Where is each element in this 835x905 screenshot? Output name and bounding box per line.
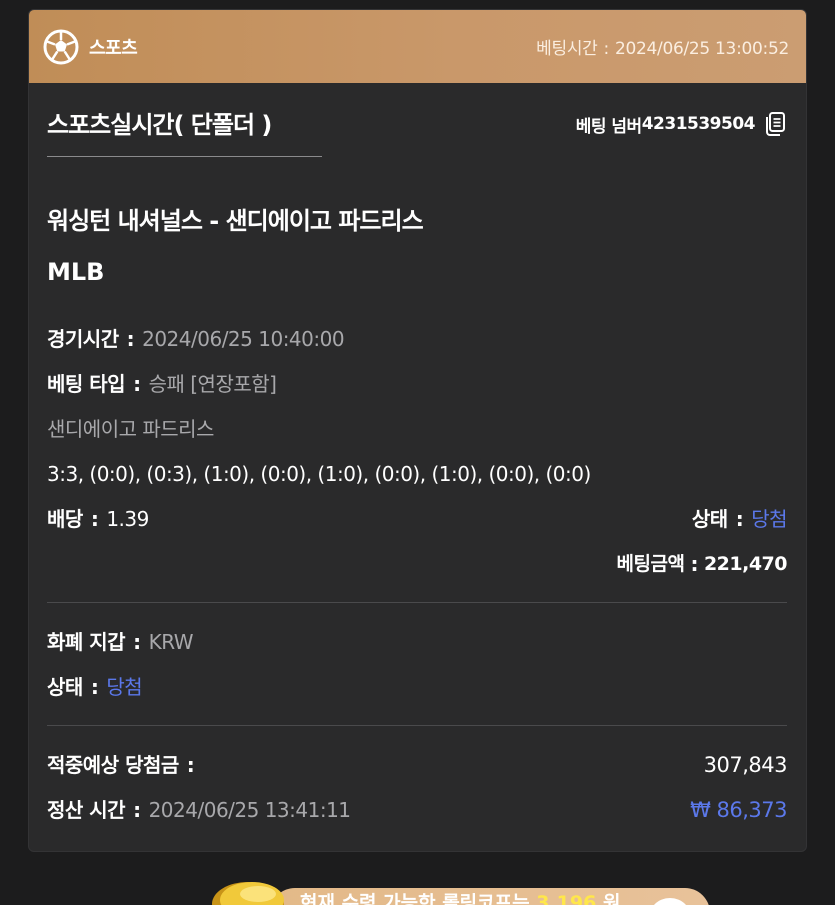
currency-row: 화폐 지갑: KRW: [47, 619, 787, 664]
promo-button[interactable]: [648, 898, 692, 905]
promo-unit: 원: [602, 892, 621, 905]
colon: :: [690, 551, 698, 576]
title-row: 스포츠실시간( 단폴더 ) 베팅 넘버 4231539504: [29, 105, 806, 157]
odds: 배당:1.39: [47, 504, 149, 534]
colon: :: [126, 326, 135, 351]
copy-icon[interactable]: [763, 111, 787, 137]
divider: [47, 602, 787, 603]
colon: :: [133, 797, 141, 822]
settle-amount: ₩ 86,373: [690, 797, 787, 822]
colon: :: [735, 506, 744, 531]
bet-type-value: 승패 [연장포함]: [148, 371, 277, 396]
bet-type-row: 베팅 타입: 승패 [연장포함]: [47, 361, 787, 406]
header-bet-time: 베팅시간:2024/06/25 13:00:52: [536, 34, 789, 59]
match-title: 워싱턴 내셔널스 - 샌디에이고 파드리스: [47, 207, 424, 235]
expected-value: 307,843: [703, 752, 788, 777]
rolling-point-banner[interactable]: 현재 수령 가능한 롤링코프는 3,196 원: [200, 880, 710, 905]
settle-value: 2024/06/25 13:41:11: [148, 797, 351, 822]
pick-row: 샌디에이고 파드리스: [47, 416, 214, 441]
wallet-status-row: 상태: 당첨: [47, 664, 787, 709]
soccer-ball-icon: [43, 29, 79, 64]
colon: :: [186, 752, 195, 777]
payout-info: 적중예상 당첨금: 307,843 정산 시간:2024/06/25 13:41…: [29, 742, 806, 832]
game-time-label: 경기시간: [47, 326, 119, 351]
odds-value: 1.39: [106, 506, 149, 531]
rolling-point-pill[interactable]: 현재 수령 가능한 롤링코프는 3,196 원: [270, 888, 710, 905]
league-name: MLB: [47, 258, 105, 286]
colon: :: [90, 506, 99, 531]
bet-status: 상태: 당첨: [691, 504, 788, 534]
card-header: 스포츠 베팅시간:2024/06/25 13:00:52: [29, 10, 806, 83]
bet-time-label: 베팅시간: [536, 39, 598, 59]
amount-label: 베팅금액: [616, 552, 685, 575]
bet-detail-card: 스포츠 베팅시간:2024/06/25 13:00:52 스포츠실시간( 단폴더…: [28, 9, 807, 852]
colon: :: [133, 371, 141, 396]
bet-time-value: 2024/06/25 13:00:52: [614, 39, 789, 59]
expected-payout-row: 적중예상 당첨금: 307,843: [47, 742, 788, 787]
settle-label: 정산 시간: [47, 797, 126, 822]
settle-time: 정산 시간:2024/06/25 13:41:11: [47, 795, 351, 825]
bet-info: 경기시간:2024/06/25 10:40:00 베팅 타입: 승패 [연장포함]…: [29, 316, 806, 586]
wallet-status-value: 당첨: [106, 674, 143, 699]
expected-payout: 적중예상 당첨금:: [47, 750, 202, 780]
colon: :: [133, 629, 141, 654]
odds-status-row: 배당:1.39 상태: 당첨: [47, 496, 787, 541]
game-time-row: 경기시간:2024/06/25 10:40:00: [47, 316, 787, 361]
bet-number-value: 4231539504: [641, 114, 756, 134]
bet-number: 베팅 넘버 4231539504: [576, 105, 787, 137]
bet-type-label: 베팅 타입: [47, 371, 126, 396]
bet-time-colon: :: [603, 39, 610, 59]
score-row: 3:3, (0:0), (0:3), (1:0), (0:0), (1:0), …: [47, 461, 591, 486]
expected-label: 적중예상 당첨금: [47, 752, 179, 777]
currency-label: 화폐 지갑: [47, 629, 126, 654]
status-label: 상태: [691, 506, 728, 531]
promo-amount: 3,196: [536, 892, 597, 905]
currency-value: KRW: [148, 629, 194, 654]
divider: [47, 725, 787, 726]
wallet-info: 화폐 지갑: KRW 상태: 당첨: [29, 619, 806, 709]
amount-value: 221,470: [703, 552, 788, 575]
game-time-value: 2024/06/25 10:40:00: [142, 326, 345, 351]
colon: :: [90, 674, 99, 699]
odds-label: 배당: [47, 506, 83, 531]
coin-icon: [212, 882, 284, 905]
bet-amount-row: 베팅금액:221,470: [47, 541, 788, 586]
status-value: 당첨: [751, 506, 787, 531]
bet-number-label: 베팅 넘버: [575, 116, 642, 137]
wallet-status-label: 상태: [47, 674, 83, 699]
game-type-title: 스포츠실시간( 단폴더 ): [47, 105, 322, 157]
header-title: 스포츠: [89, 37, 138, 59]
promo-text: 현재 수령 가능한 롤링코프는: [300, 892, 530, 905]
settle-row: 정산 시간:2024/06/25 13:41:11 ₩ 86,373: [47, 787, 787, 832]
header-left: 스포츠: [43, 29, 138, 65]
